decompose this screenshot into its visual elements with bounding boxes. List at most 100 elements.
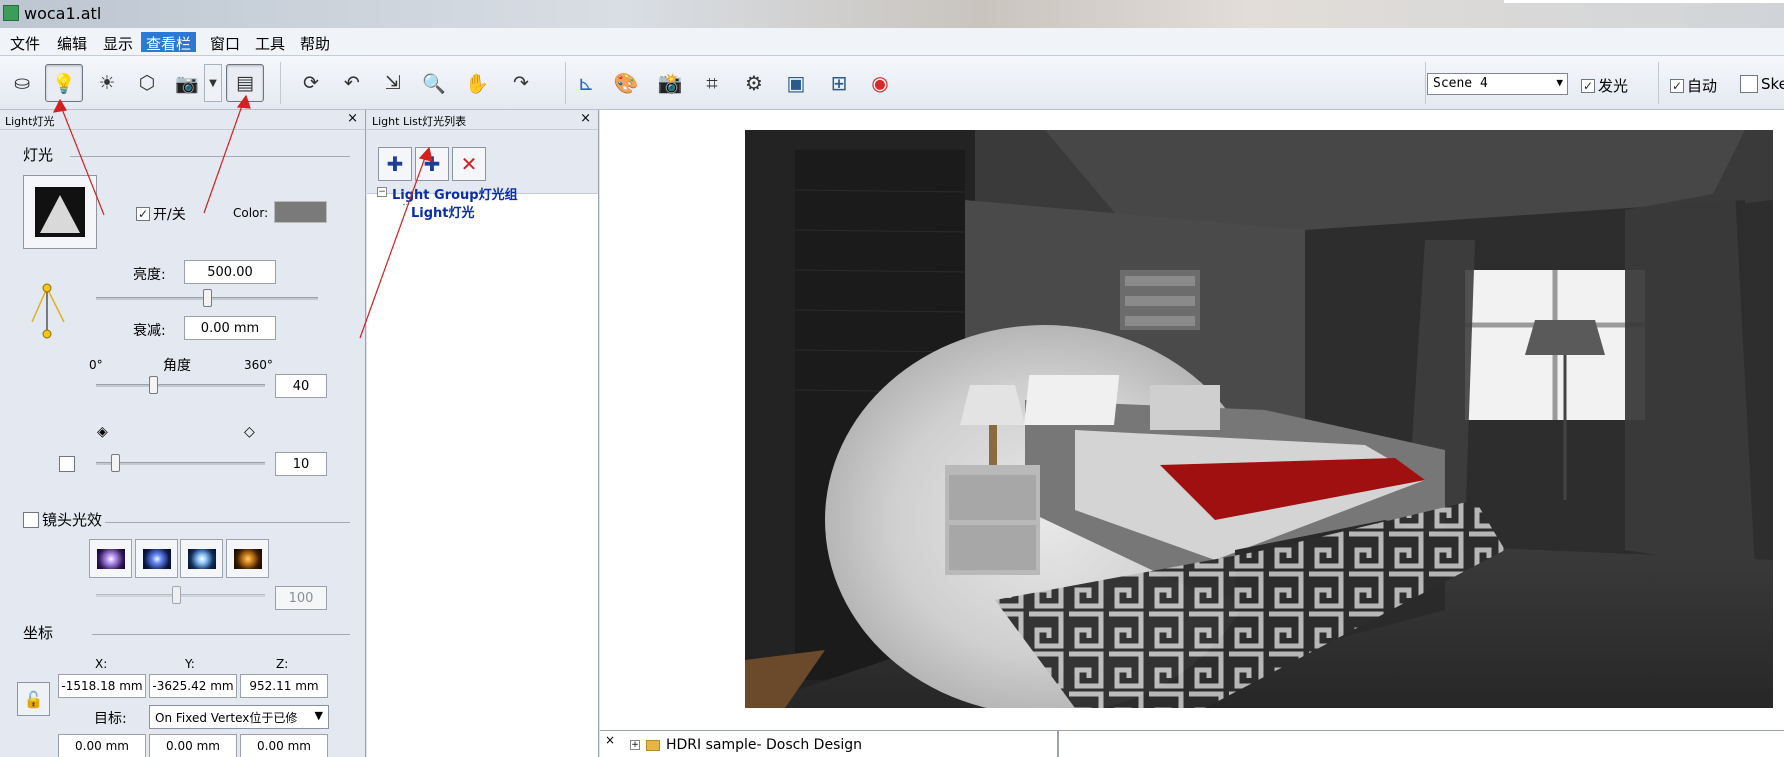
flare-thumbnail-icon (142, 548, 171, 569)
walk-icon[interactable]: ⇲ (374, 64, 412, 102)
scene-render-image[interactable] (745, 130, 1773, 708)
close-icon[interactable]: × (580, 111, 591, 126)
angle-min-label: 0° (89, 358, 103, 372)
skeleton-checkbox[interactable]: Ske (1740, 75, 1784, 93)
library-item-hdri[interactable]: + HDRI sample- Dosch Design (630, 737, 862, 753)
light-panel: Light灯光 × 灯光 ✓ 开/关 Color: 亮度: 500.00 衰减:… (0, 110, 366, 757)
lock-button[interactable]: 🔓 (17, 682, 50, 716)
auto-checkbox[interactable]: ✓ 自动 (1670, 75, 1717, 96)
checkbox-checked-icon: ✓ (136, 207, 150, 221)
gear-icon[interactable]: ⚙ (735, 64, 773, 102)
window-controls-strip (1504, 0, 1784, 3)
flare-preset-1[interactable] (89, 539, 132, 578)
red-render-icon[interactable]: ◉ (861, 64, 899, 102)
x-input[interactable]: -1518.18 mm (58, 674, 146, 698)
delete-x-icon: ✕ (460, 152, 478, 176)
cube-icon[interactable]: ⬡ (128, 64, 166, 102)
light-panel-title: Light灯光 (5, 115, 55, 128)
softness-slider[interactable] (96, 454, 265, 472)
pan-hand-icon[interactable]: ✋ (458, 64, 496, 102)
brightness-input[interactable]: 500.00 (184, 260, 276, 284)
auto-label: 自动 (1687, 77, 1718, 95)
spotlight-cone-icon (35, 187, 85, 237)
checkbox-unchecked-icon (23, 511, 39, 528)
add-folder-icon: ✚ (386, 152, 404, 176)
angle-slider[interactable] (96, 376, 265, 394)
flare-preset-3[interactable] (180, 539, 223, 578)
soft-edge-icon: ◇ (244, 424, 255, 440)
softness-slider-thumb[interactable] (111, 454, 120, 472)
softness-input[interactable]: 10 (275, 452, 327, 476)
tree-item-light[interactable]: Light灯光 (411, 202, 475, 221)
camera-dropdown-button[interactable]: ▼ (204, 64, 222, 102)
brightness-slider-thumb[interactable] (202, 289, 212, 307)
divider (105, 522, 350, 523)
angle-input[interactable]: 40 (275, 374, 327, 398)
image-icon[interactable]: ▣ (777, 64, 815, 102)
glow-checkbox[interactable]: ✓ 发光 (1581, 75, 1628, 96)
render-camera-icon[interactable]: 📸 (651, 64, 689, 102)
light-list-panel-icon[interactable]: ▤ (226, 64, 264, 102)
delete-light-button[interactable]: ✕ (452, 147, 486, 181)
menu-edit[interactable]: 编辑 (52, 32, 92, 53)
falloff-input[interactable]: 0.00 mm (184, 316, 276, 340)
flare-thumbnail-icon (96, 548, 125, 569)
target-select[interactable]: On Fixed Vertex位于已修 ▼ (149, 705, 329, 729)
close-icon[interactable]: × (347, 111, 358, 126)
flare-slider[interactable] (96, 586, 265, 604)
sun-icon[interactable]: ☀ (88, 64, 126, 102)
flare-slider-thumb[interactable] (172, 586, 181, 604)
flare-preset-4[interactable] (226, 539, 269, 578)
zoom-icon[interactable]: 🔍 (415, 64, 453, 102)
glow-label: 发光 (1598, 77, 1629, 95)
menu-help[interactable]: 帮助 (295, 32, 335, 53)
softness-checkbox[interactable] (59, 456, 75, 472)
scene-select[interactable]: Scene 4 ▼ (1427, 73, 1568, 95)
redo-icon[interactable]: ↷ (502, 64, 540, 102)
axes-icon[interactable]: ⊾ (567, 64, 605, 102)
flare-input[interactable]: 100 (275, 586, 327, 610)
menu-tools[interactable]: 工具 (250, 32, 290, 53)
add-group-button[interactable]: ✚ (378, 147, 412, 181)
render-viewport[interactable] (600, 110, 1784, 730)
crop-icon[interactable]: ⌗ (693, 64, 731, 102)
main-toolbar: ⛀ 💡 ☀ ⬡ 📷 ▼ ▤ ⟳ ↶ ⇲ 🔍 ✋ ↷ ⊾ 🎨 📸 ⌗ ⚙ ▣ ⊞ … (0, 56, 1784, 110)
menu-file[interactable]: 文件 (5, 32, 45, 53)
light-bulb-icon[interactable]: 💡 (45, 64, 83, 102)
menu-window[interactable]: 窗口 (205, 32, 245, 53)
palette-icon[interactable]: 🎨 (607, 64, 645, 102)
paint-bucket-icon[interactable]: ⛀ (3, 64, 41, 102)
close-icon[interactable]: × (605, 733, 615, 747)
menu-viewbar[interactable]: 查看栏 (141, 32, 197, 53)
falloff-label: 衰减: (133, 323, 166, 339)
angle-slider-thumb[interactable] (149, 376, 158, 394)
bedroom-render-illustration (745, 130, 1773, 708)
z-input[interactable]: 952.11 mm (240, 674, 328, 698)
target-y-input[interactable]: 0.00 mm (149, 734, 237, 757)
add-light-button[interactable]: ✚ (415, 147, 449, 181)
section-light-title: 灯光 (23, 146, 54, 164)
orbit-icon[interactable]: ⟳ (292, 64, 330, 102)
target-x-input[interactable]: 0.00 mm (58, 734, 146, 757)
y-input[interactable]: -3625.42 mm (149, 674, 237, 698)
spotlight-target-icon (31, 283, 65, 339)
flare-preset-2[interactable] (135, 539, 178, 578)
divider (70, 156, 350, 157)
target-select-value: On Fixed Vertex位于已修 (155, 711, 298, 725)
tree-item-light-group[interactable]: Light Group灯光组 (392, 184, 518, 203)
menu-view[interactable]: 显示 (98, 32, 138, 53)
spotlight-preview-button[interactable] (23, 175, 97, 249)
add-image-icon[interactable]: ⊞ (820, 64, 858, 102)
camera-icon[interactable]: 📷 (168, 64, 206, 102)
lens-flare-checkbox[interactable]: 镜头光效 (23, 509, 102, 530)
undo-icon[interactable]: ↶ (333, 64, 371, 102)
light-list-title: Light List灯光列表 (372, 115, 467, 128)
toolbar-separator (280, 62, 281, 104)
color-swatch[interactable] (274, 201, 327, 223)
library-item-label: HDRI sample- Dosch Design (666, 737, 863, 753)
collapse-icon[interactable]: − (377, 187, 387, 197)
expand-icon[interactable]: + (630, 740, 640, 750)
brightness-slider[interactable] (96, 289, 318, 307)
target-z-input[interactable]: 0.00 mm (240, 734, 328, 757)
light-onoff-checkbox[interactable]: ✓ 开/关 (136, 204, 186, 224)
